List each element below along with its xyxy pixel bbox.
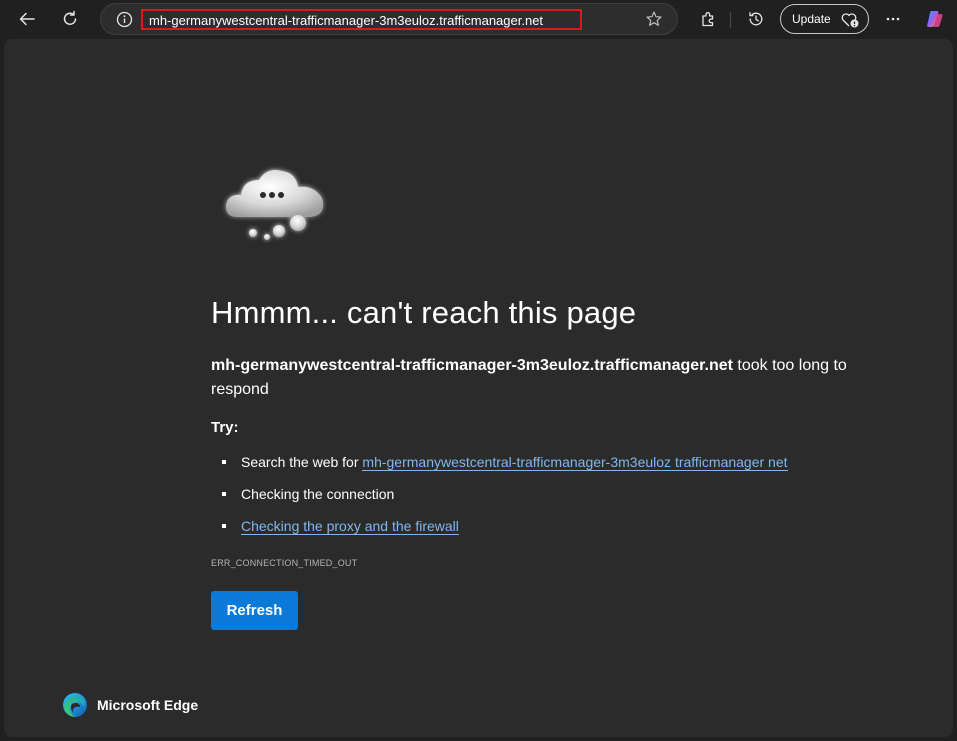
refresh-icon: [63, 10, 77, 25]
error-heading: Hmmm... can't reach this page: [211, 295, 637, 330]
suggestion-list: Search the web for mh-germanywestcentral…: [211, 452, 788, 548]
more-button[interactable]: [879, 5, 907, 33]
cloud-thinking-icon: [225, 170, 324, 240]
list-item: Checking the proxy and the firewall: [211, 516, 788, 548]
info-icon[interactable]: [116, 11, 133, 28]
extensions-button[interactable]: [694, 5, 722, 33]
copilot-icon: [927, 11, 943, 27]
update-label: Update: [792, 12, 831, 26]
proxy-firewall-link[interactable]: Checking the proxy and the firewall: [241, 518, 459, 535]
more-icon: [886, 17, 900, 21]
browser-toolbar: mh-germanywestcentral-trafficmanager-3m3…: [0, 0, 957, 38]
error-page-content: Hmmm... can't reach this page mh-germany…: [4, 39, 953, 737]
update-button[interactable]: Update: [780, 4, 869, 34]
refresh-button[interactable]: [56, 5, 84, 33]
list-item: Checking the connection: [211, 484, 788, 516]
browser-essentials-heart-icon: [841, 13, 859, 28]
error-description: mh-germanywestcentral-trafficmanager-3m3…: [211, 354, 891, 402]
check-connection-text: Checking the connection: [241, 486, 395, 502]
edge-logo-icon: [63, 693, 87, 717]
copilot-button[interactable]: [921, 5, 949, 33]
toolbar-divider: [730, 12, 731, 28]
search-suggestion-text: Search the web for: [241, 454, 363, 470]
edge-brand: Microsoft Edge: [62, 692, 198, 718]
error-code: ERR_CONNECTION_TIMED_OUT: [211, 558, 358, 568]
error-host: mh-germanywestcentral-trafficmanager-3m3…: [211, 357, 733, 374]
url-text[interactable]: mh-germanywestcentral-trafficmanager-3m3…: [141, 9, 582, 30]
refresh-page-button[interactable]: Refresh: [211, 591, 298, 630]
favorite-star-icon[interactable]: [645, 10, 663, 28]
back-button[interactable]: [13, 5, 41, 33]
extensions-icon: [702, 12, 714, 27]
try-label: Try:: [211, 419, 239, 436]
address-bar[interactable]: mh-germanywestcentral-trafficmanager-3m3…: [100, 3, 678, 35]
history-button[interactable]: [742, 5, 770, 33]
search-web-link[interactable]: mh-germanywestcentral-trafficmanager-3m3…: [362, 454, 788, 471]
edge-brand-name: Microsoft Edge: [97, 697, 199, 713]
list-item: Search the web for mh-germanywestcentral…: [211, 452, 788, 484]
history-icon: [749, 12, 763, 26]
back-arrow-icon: [19, 12, 35, 26]
